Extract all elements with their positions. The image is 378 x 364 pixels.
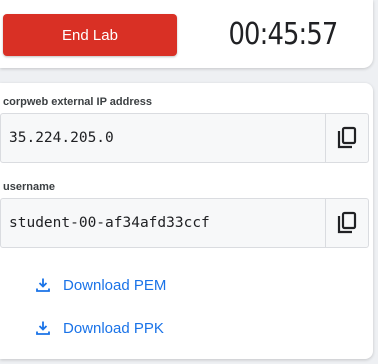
username-field: student-00-af34afd33ccf xyxy=(0,198,369,248)
download-pem-label[interactable]: Download PEM xyxy=(63,277,166,294)
lab-control-bar: End Lab 00:45:57 xyxy=(0,0,373,68)
copy-ip-button[interactable] xyxy=(325,114,368,162)
copy-icon xyxy=(337,126,357,149)
end-lab-button[interactable]: End Lab xyxy=(3,14,177,56)
download-ppk-label[interactable]: Download PPK xyxy=(63,320,164,337)
download-icon xyxy=(36,278,50,292)
ip-address-field: 35.224.205.0 xyxy=(0,113,369,163)
copy-username-button[interactable] xyxy=(325,199,368,247)
lab-details-panel: corpweb external IP address 35.224.205.0… xyxy=(0,83,373,359)
download-icon xyxy=(36,321,50,335)
ip-address-label: corpweb external IP address xyxy=(3,96,152,108)
ip-address-value[interactable]: 35.224.205.0 xyxy=(9,114,114,162)
lab-timer: 00:45:57 xyxy=(228,16,338,52)
download-ppk-link[interactable]: Download PPK xyxy=(35,317,164,339)
copy-icon xyxy=(337,211,357,234)
download-pem-link[interactable]: Download PEM xyxy=(35,274,166,296)
username-value[interactable]: student-00-af34afd33ccf xyxy=(9,199,210,247)
username-label: username xyxy=(3,181,55,193)
